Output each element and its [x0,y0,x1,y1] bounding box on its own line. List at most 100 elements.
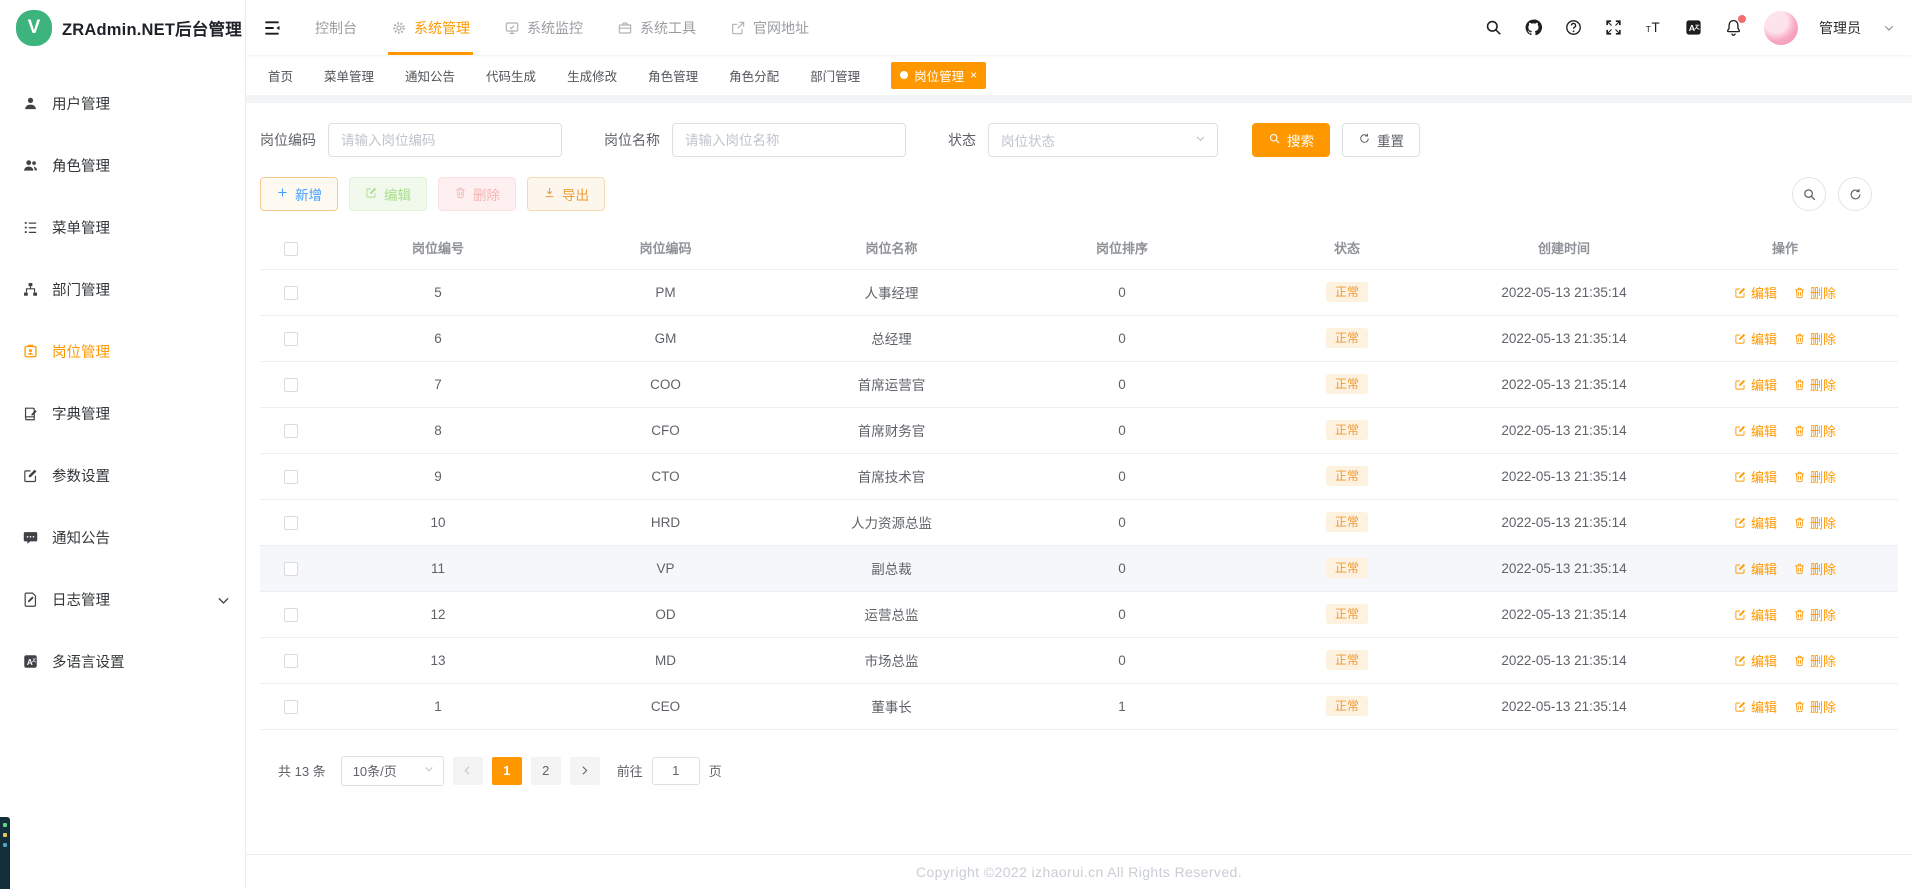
row-checkbox[interactable] [284,423,298,438]
row-edit-link[interactable]: 编辑 [1734,421,1777,440]
sidebar-item-i18n-settings[interactable]: A 多语言设置 [0,630,245,692]
row-edit-link[interactable]: 编辑 [1734,329,1777,348]
github-button[interactable] [1524,18,1543,37]
prev-page-button[interactable] [452,756,483,785]
edit-button[interactable]: 编辑 [349,177,427,211]
topnav-item-system-manage[interactable]: 系统管理 [374,0,487,55]
select-all-checkbox[interactable] [284,241,298,256]
sidebar-item-role-management[interactable]: 角色管理 [0,134,245,196]
plus-icon [276,186,289,202]
row-edit-link[interactable]: 编辑 [1734,559,1777,578]
reset-button[interactable]: 重置 [1342,123,1420,157]
row-delete-link[interactable]: 删除 [1793,559,1836,578]
sidebar-item-label: 岗位管理 [52,344,110,361]
page-button-1[interactable]: 1 [491,756,522,785]
tab-岗位管理[interactable]: 岗位管理 × [891,61,987,89]
edit-icon [1735,701,1746,712]
row-checkbox[interactable] [284,469,298,484]
row-delete-link[interactable]: 删除 [1793,605,1836,624]
row-delete-link[interactable]: 删除 [1793,375,1836,394]
tab-通知公告[interactable]: 通知公告 [405,66,455,85]
row-edit-link[interactable]: 编辑 [1734,697,1777,716]
svg-text:T: T [1646,24,1652,34]
trash-icon [456,187,465,199]
tab-代码生成[interactable]: 代码生成 [486,66,536,85]
row-checkbox[interactable] [284,331,298,346]
topnav-item-console[interactable]: 控制台 [298,0,374,55]
sidebar-item-notice[interactable]: 通知公告 [0,506,245,568]
row-edit-link[interactable]: 编辑 [1734,283,1777,302]
goto-page-input[interactable] [651,756,700,785]
cell-post-id: 7 [322,361,554,408]
tab-label: 角色分配 [729,69,780,84]
tab-部门管理[interactable]: 部门管理 [810,66,860,85]
announcement-icon [23,531,38,544]
row-delete-link[interactable]: 删除 [1793,697,1836,716]
avatar[interactable] [1764,10,1798,45]
row-checkbox[interactable] [284,377,298,392]
row-delete-link[interactable]: 删除 [1793,329,1836,348]
sidebar-item-param-settings[interactable]: 参数设置 [0,444,245,506]
post-code-input[interactable] [328,123,562,157]
row-checkbox[interactable] [284,515,298,530]
export-button[interactable]: 导出 [527,177,605,211]
row-checkbox[interactable] [284,653,298,668]
row-delete-link[interactable]: 删除 [1793,283,1836,302]
tab-角色分配[interactable]: 角色分配 [729,66,779,85]
tab-角色管理[interactable]: 角色管理 [648,66,698,85]
tab-生成修改[interactable]: 生成修改 [567,66,617,85]
row-delete-link[interactable]: 删除 [1793,513,1836,532]
row-checkbox[interactable] [284,285,298,300]
bell-button[interactable] [1724,15,1746,37]
post-name-input[interactable] [672,123,906,157]
row-edit-link[interactable]: 编辑 [1734,375,1777,394]
row-edit-link[interactable]: 编辑 [1734,605,1777,624]
row-delete-link[interactable]: 删除 [1793,467,1836,486]
delete-button[interactable]: 删除 [438,177,516,211]
font-size-icon: TT [1646,20,1660,35]
sidebar-item-dict-management[interactable]: 字典管理 [0,382,245,444]
app-logo-area[interactable]: V ZRAdmin.NET后台管理 [0,0,245,56]
font-size-button[interactable]: TT [1644,18,1663,37]
add-button[interactable]: 新增 [260,177,338,211]
toggle-search-button[interactable] [1792,177,1826,211]
next-page-button[interactable] [569,756,600,785]
users-icon [23,159,38,171]
sidebar-item-log-management[interactable]: 日志管理 [0,568,245,630]
sidebar-collapse-button[interactable] [246,0,298,55]
row-delete-link[interactable]: 删除 [1793,651,1836,670]
topnav: 控制台 系统管理 系统监控 系统工具 官网地址 [298,0,826,55]
status-select[interactable]: 岗位状态 [988,123,1218,157]
page-button-2[interactable]: 2 [530,756,561,785]
trash-icon [1795,333,1804,344]
topnav-item-system-monitor[interactable]: 系统监控 [487,0,600,55]
sidebar-item-menu-management[interactable]: 菜单管理 [0,196,245,258]
row-checkbox[interactable] [284,607,298,622]
table-row: 13 MD 市场总监 0 正常 2022-05-13 21:35:14 编辑 删除 [260,637,1898,684]
cell-post-code: GM [554,315,777,362]
user-menu-chevron-down-icon[interactable] [1882,21,1896,35]
row-delete-link[interactable]: 删除 [1793,421,1836,440]
tab-close-icon[interactable]: × [970,69,977,81]
sidebar-item-dept-management[interactable]: 部门管理 [0,258,245,320]
page-size-select[interactable]: 10条/页 [340,755,444,786]
fullscreen-button[interactable] [1604,18,1623,37]
row-edit-link[interactable]: 编辑 [1734,651,1777,670]
sidebar-item-post-management[interactable]: 岗位管理 [0,320,245,382]
topnav-item-official-site[interactable]: 官网地址 [713,0,826,55]
row-checkbox[interactable] [284,561,298,576]
row-edit-link[interactable]: 编辑 [1734,513,1777,532]
search-button[interactable] [1484,18,1503,37]
search-button[interactable]: 搜索 [1252,123,1330,157]
sidebar-item-user-management[interactable]: 用户管理 [0,72,245,134]
tab-菜单管理[interactable]: 菜单管理 [324,66,374,85]
help-button[interactable] [1564,18,1583,37]
row-checkbox[interactable] [284,699,298,714]
topnav-item-system-tools[interactable]: 系统工具 [600,0,713,55]
language-button[interactable]: A [1684,18,1703,37]
refresh-table-button[interactable] [1838,177,1872,211]
row-edit-link[interactable]: 编辑 [1734,467,1777,486]
tab-首页[interactable]: 首页 [268,66,293,85]
column-header: 创建时间 [1456,227,1672,270]
chevron-down-icon [425,767,433,772]
